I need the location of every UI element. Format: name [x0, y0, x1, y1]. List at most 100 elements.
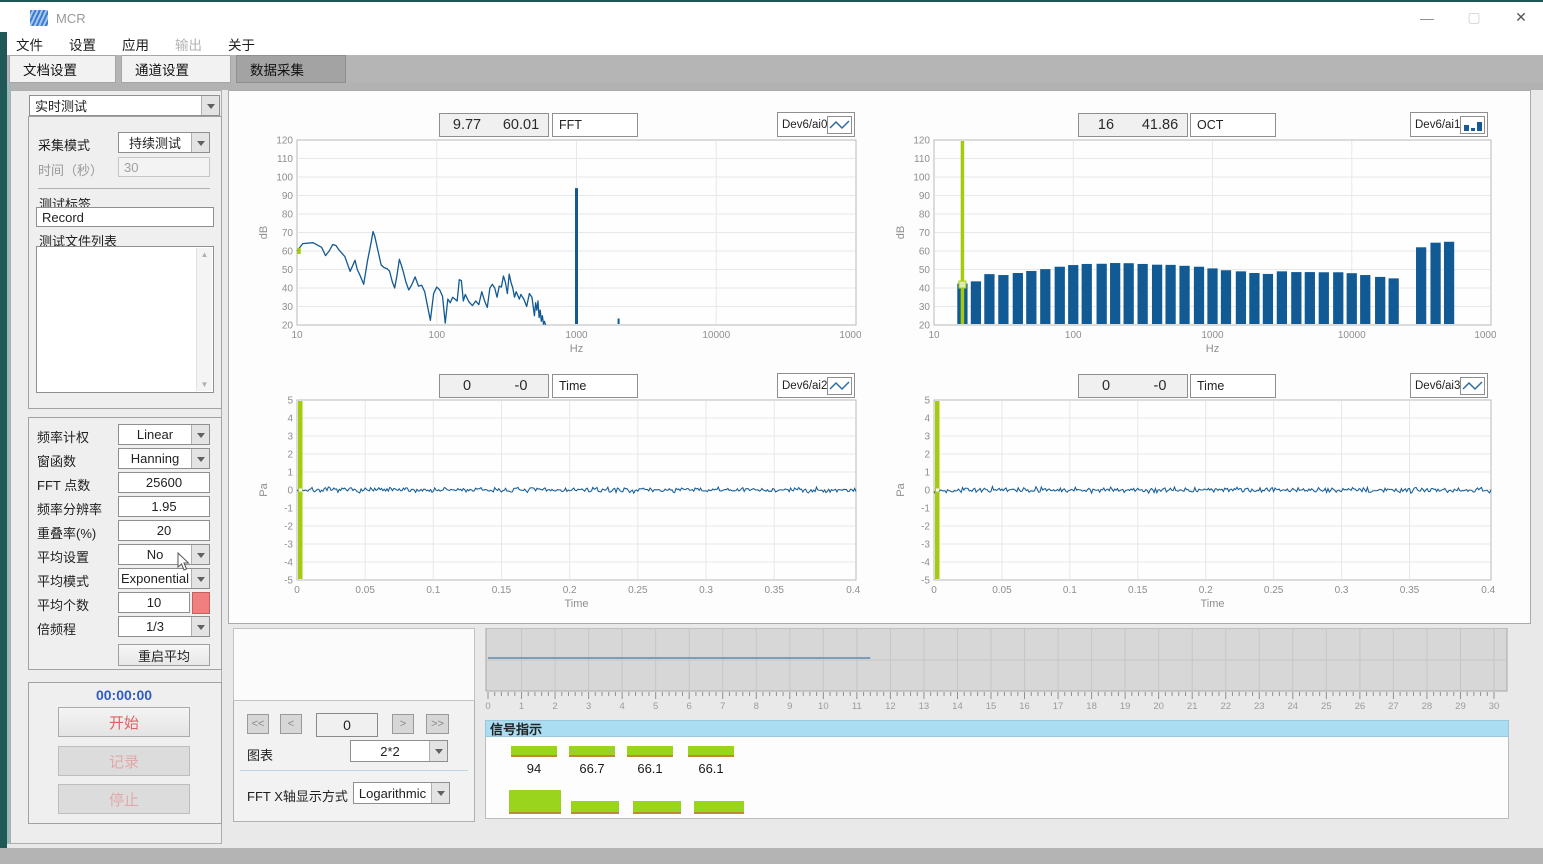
menu-bar: 文件设置应用输出关于	[0, 32, 1543, 55]
nav-page-input[interactable]: 0	[316, 713, 378, 737]
svg-text:1000: 1000	[565, 330, 588, 341]
svg-text:11: 11	[852, 701, 862, 712]
svg-text:2: 2	[287, 450, 293, 461]
freq-resolution-input[interactable]: 1.95	[118, 496, 210, 517]
svg-text:100000: 100000	[839, 330, 861, 341]
overlap-rate-input[interactable]: 20	[118, 520, 210, 541]
svg-text:0.25: 0.25	[628, 585, 648, 596]
svg-text:5: 5	[653, 701, 658, 712]
divider	[240, 770, 468, 771]
svg-text:26: 26	[1355, 701, 1366, 712]
acquisition-mode-select[interactable]: 持续测试	[118, 132, 210, 153]
chevron-down-icon	[191, 133, 209, 152]
time1-chart[interactable]: -5-4-3-2-101234500.050.10.150.20.250.30.…	[255, 391, 861, 615]
menu-item-4[interactable]: 关于	[225, 32, 258, 56]
svg-text:-5: -5	[284, 576, 293, 587]
signal-level-value-0: 94	[511, 761, 557, 776]
svg-text:30: 30	[282, 302, 294, 313]
nav-last-button[interactable]: >>	[426, 714, 449, 734]
scroll-down-icon[interactable]: ▼	[201, 378, 209, 391]
svg-text:2: 2	[552, 701, 557, 712]
signal-level-bar-bottom-2	[633, 801, 681, 814]
nav-first-button[interactable]: <<	[247, 714, 269, 734]
nav-next-button[interactable]: >	[392, 714, 414, 734]
chart-layout-value: 2*2	[351, 741, 429, 761]
svg-text:-1: -1	[284, 504, 293, 515]
menu-item-0[interactable]: 文件	[13, 32, 46, 56]
svg-text:0.35: 0.35	[1400, 585, 1420, 596]
tab-0[interactable]: 文档设置	[9, 55, 116, 83]
signal-level-value-3: 66.1	[688, 761, 734, 776]
menu-item-2[interactable]: 应用	[119, 32, 152, 56]
nav-prev-button[interactable]: <	[280, 714, 302, 734]
svg-text:30: 30	[1489, 701, 1500, 712]
menu-item-3: 输出	[172, 32, 205, 56]
svg-text:17: 17	[1053, 701, 1064, 712]
minimize-button[interactable]: —	[1410, 2, 1444, 33]
svg-text:60: 60	[282, 247, 294, 258]
svg-text:6: 6	[687, 701, 692, 712]
signal-level-value-1: 66.7	[569, 761, 615, 776]
fft-xaxis-label: FFT X轴显示方式	[247, 786, 348, 805]
freq-weighting-value: Linear	[119, 425, 191, 444]
svg-text:Pa: Pa	[895, 482, 907, 496]
chart-layout-select[interactable]: 2*2	[350, 740, 448, 762]
test-file-listbox[interactable]: ▲ ▼	[36, 246, 214, 393]
avg-count-label: 平均个数	[37, 595, 89, 614]
test-label-input[interactable]: Record	[36, 207, 214, 227]
tab-strip: 文档设置通道设置数据采集	[0, 55, 1543, 83]
restart-average-button[interactable]: 重启平均	[118, 644, 210, 666]
avg-setting-select[interactable]: No	[118, 544, 210, 565]
oct-chart[interactable]: 2030405060708090100110120101001000100001…	[892, 131, 1496, 359]
svg-text:3: 3	[586, 701, 591, 712]
svg-text:0.3: 0.3	[1335, 585, 1349, 596]
window-function-select[interactable]: Hanning	[118, 448, 210, 469]
svg-text:0.15: 0.15	[492, 585, 512, 596]
time2-chart[interactable]: -5-4-3-2-101234500.050.10.150.20.250.30.…	[892, 391, 1496, 615]
svg-text:10: 10	[928, 330, 940, 341]
avg-count-input[interactable]: 10	[118, 592, 190, 613]
fft-xaxis-select[interactable]: Logarithmic	[353, 782, 450, 804]
avg-mode-select[interactable]: Exponential	[118, 568, 210, 589]
svg-text:60: 60	[919, 247, 931, 258]
chevron-down-icon	[191, 425, 209, 444]
svg-text:1: 1	[287, 468, 293, 479]
maximize-button[interactable]: ▢	[1457, 2, 1491, 33]
signal-indicator-header: 信号指示	[485, 720, 1509, 737]
svg-text:100: 100	[428, 330, 445, 341]
svg-text:1: 1	[924, 468, 930, 479]
window-function-value: Hanning	[119, 449, 191, 468]
svg-text:14: 14	[952, 701, 963, 712]
signal-level-bar-bottom-3	[694, 801, 744, 814]
svg-text:30: 30	[919, 302, 931, 313]
svg-text:0.2: 0.2	[1199, 585, 1213, 596]
svg-text:5: 5	[924, 396, 930, 407]
svg-text:10000: 10000	[702, 330, 730, 341]
divider	[38, 188, 210, 189]
tab-1[interactable]: 通道设置	[121, 55, 231, 83]
scroll-up-icon[interactable]: ▲	[201, 248, 209, 261]
fft-points-input[interactable]: 25600	[118, 472, 210, 493]
start-button[interactable]: 开始	[58, 707, 190, 737]
measure-mode-select[interactable]: 实时测试	[29, 95, 220, 116]
fft-chart[interactable]: 2030405060708090100110120101001000100001…	[255, 131, 861, 359]
chevron-down-icon	[191, 617, 209, 636]
record-overview-timeline[interactable]: 0123456789101112131415161718192021222324…	[485, 628, 1509, 713]
scrollbar[interactable]: ▲ ▼	[196, 248, 212, 391]
window-bottom-border	[0, 848, 1543, 864]
stop-button: 停止	[58, 784, 190, 814]
record-button: 记录	[58, 746, 190, 776]
svg-text:80: 80	[919, 210, 931, 221]
freq-weighting-select[interactable]: Linear	[118, 424, 210, 445]
close-button[interactable]: ✕	[1504, 2, 1538, 33]
svg-text:0.15: 0.15	[1128, 585, 1148, 596]
mouse-cursor	[176, 552, 190, 572]
overlap-rate-label: 重叠率(%)	[37, 523, 96, 542]
octave-band-select[interactable]: 1/3	[118, 616, 210, 637]
svg-text:0: 0	[287, 486, 293, 497]
duration-input: 30	[118, 157, 210, 177]
svg-text:-2: -2	[284, 522, 293, 533]
menu-item-1[interactable]: 设置	[66, 32, 99, 56]
tab-2[interactable]: 数据采集	[236, 55, 346, 83]
svg-text:Pa: Pa	[258, 482, 270, 496]
